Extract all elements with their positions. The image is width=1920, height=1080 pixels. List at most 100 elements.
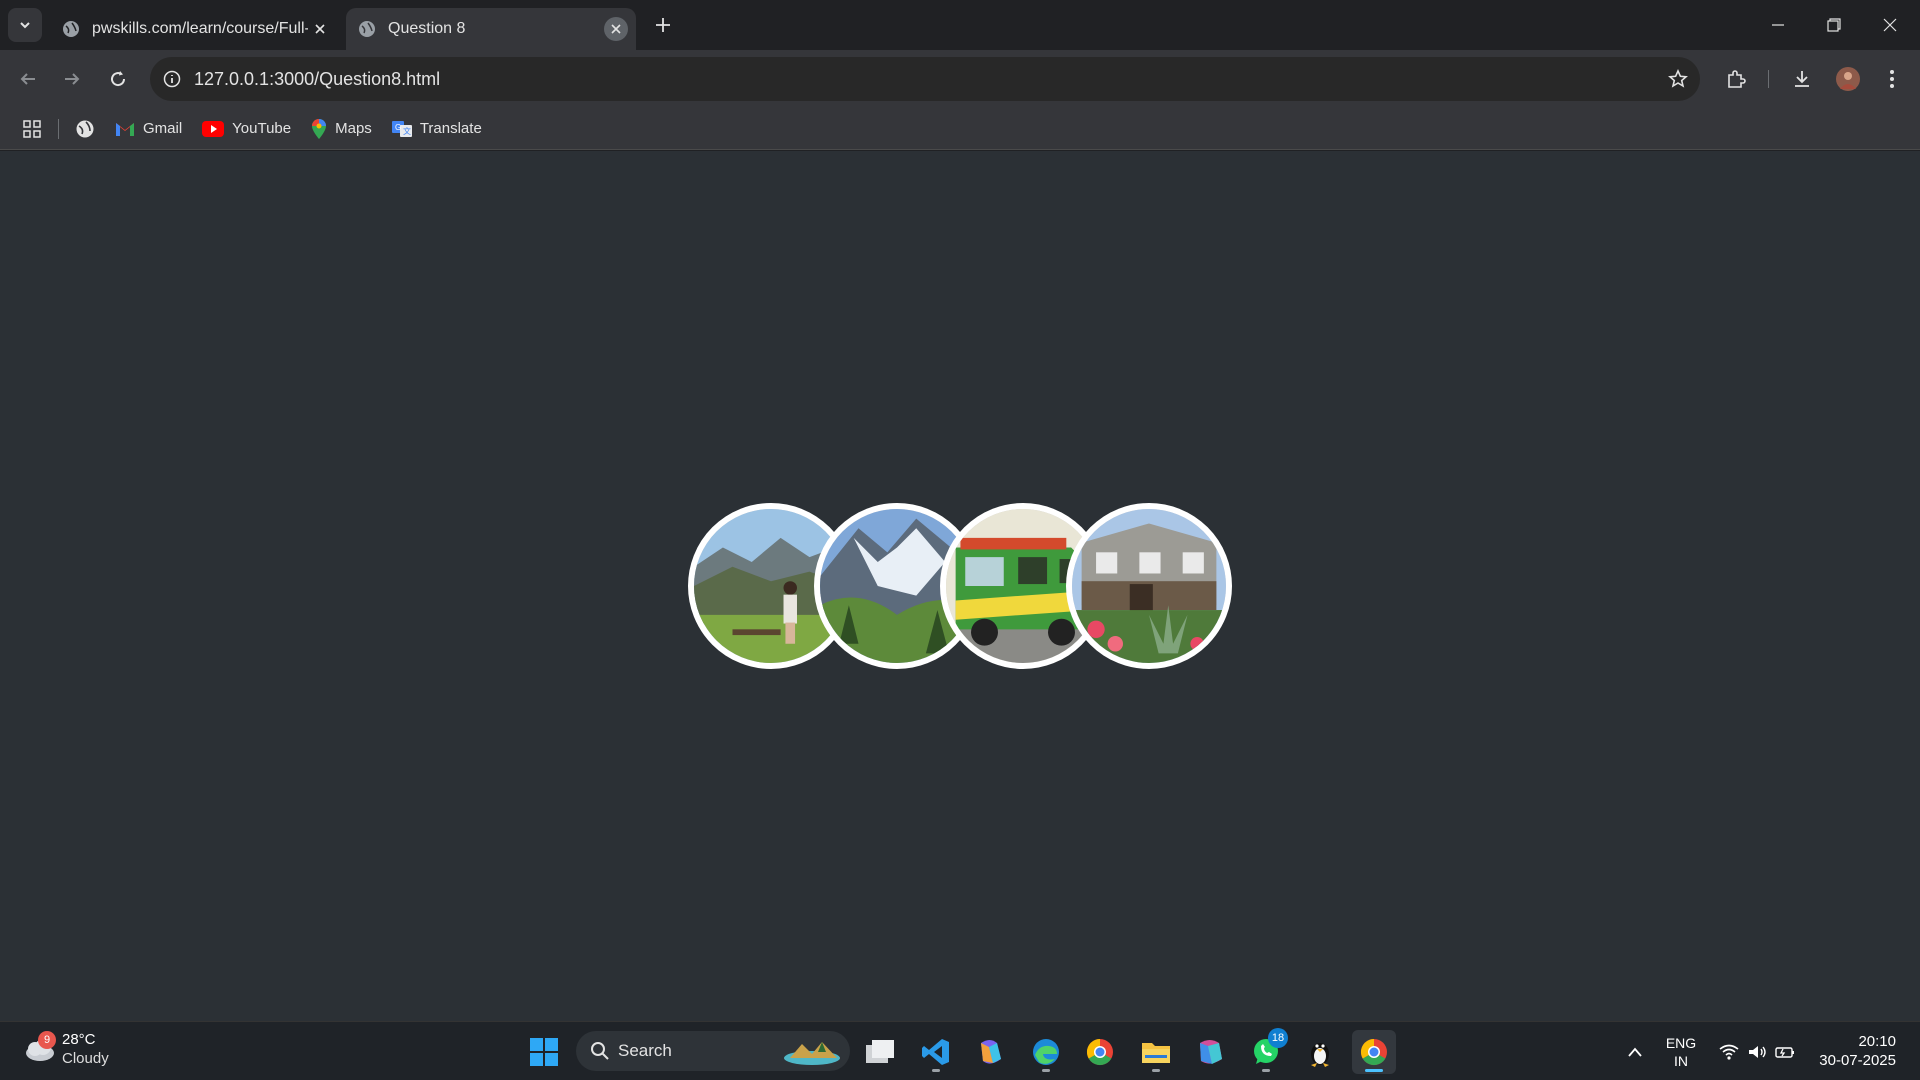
app-running-indicator bbox=[1262, 1069, 1270, 1072]
site-info-icon[interactable] bbox=[150, 70, 194, 88]
tab-search-button[interactable] bbox=[8, 8, 42, 42]
language-indicator[interactable]: ENG IN bbox=[1660, 1030, 1702, 1074]
page-content bbox=[0, 151, 1920, 1021]
reload-icon bbox=[111, 71, 126, 87]
minimize-button[interactable] bbox=[1758, 8, 1798, 42]
volume-icon bbox=[1749, 1046, 1766, 1058]
new-tab-button[interactable] bbox=[650, 12, 676, 38]
globe-icon[interactable] bbox=[75, 119, 95, 139]
clock-time: 20:10 bbox=[1858, 1033, 1896, 1050]
whatsapp-app[interactable]: 18 bbox=[1244, 1028, 1288, 1074]
weather-temp: 28°C bbox=[62, 1031, 96, 1048]
toolbar-divider bbox=[1768, 70, 1769, 88]
clock-date: 30-07-2025 bbox=[1819, 1052, 1896, 1069]
globe-icon bbox=[359, 21, 375, 37]
close-window-button[interactable] bbox=[1870, 8, 1910, 42]
plus-icon bbox=[656, 18, 670, 32]
search-label: Search bbox=[618, 1041, 672, 1060]
weather-condition: Cloudy bbox=[62, 1050, 109, 1067]
profile-avatar[interactable] bbox=[1832, 63, 1864, 95]
title-bar: pwskills.com/learn/course/Full- Question… bbox=[0, 0, 1920, 50]
forward-button[interactable] bbox=[56, 63, 88, 95]
language-line1: ENG bbox=[1665, 1035, 1697, 1051]
app-running-indicator bbox=[932, 1069, 940, 1072]
chrome-app[interactable] bbox=[1078, 1030, 1122, 1074]
penguin-app[interactable] bbox=[1298, 1030, 1342, 1074]
search-icon bbox=[591, 1042, 609, 1060]
download-icon[interactable] bbox=[1786, 63, 1818, 95]
windows-logo-icon bbox=[530, 1038, 558, 1066]
bookmark-label: Translate bbox=[419, 120, 482, 137]
chevron-down-icon bbox=[20, 22, 30, 29]
address-bar[interactable]: 127.0.0.1:3000/Question8.html bbox=[150, 57, 1700, 101]
vscode-app[interactable] bbox=[914, 1030, 958, 1074]
show-hidden-icons-button[interactable] bbox=[1620, 1030, 1650, 1074]
close-tab-icon[interactable] bbox=[604, 17, 628, 41]
globe-icon bbox=[63, 21, 79, 37]
weather-alert-badge: 9 bbox=[38, 1031, 56, 1049]
folder-icon bbox=[1142, 1043, 1170, 1063]
file-explorer-app[interactable] bbox=[1134, 1030, 1178, 1074]
close-tab-icon[interactable] bbox=[308, 17, 332, 41]
minimize-icon bbox=[1772, 24, 1784, 26]
bookmark-gmail[interactable]: Gmail bbox=[115, 120, 182, 137]
tab-question8[interactable]: Question 8 bbox=[346, 8, 636, 50]
bookmark-label: Maps bbox=[335, 120, 372, 137]
bookmark-star-icon[interactable] bbox=[1656, 69, 1700, 89]
start-button[interactable] bbox=[522, 1030, 566, 1074]
tab-title: pwskills.com/learn/course/Full- bbox=[92, 20, 308, 37]
tab-pwskills[interactable]: pwskills.com/learn/course/Full- bbox=[50, 8, 340, 50]
back-button[interactable] bbox=[12, 63, 44, 95]
task-view-button[interactable] bbox=[858, 1030, 902, 1074]
chrome-icon bbox=[1360, 1038, 1387, 1066]
gmail-icon bbox=[115, 121, 135, 137]
weather-text: 28°C Cloudy bbox=[62, 1030, 109, 1068]
weather-widget[interactable]: 9 28°C Cloudy bbox=[22, 1030, 109, 1068]
arrow-left-icon bbox=[20, 73, 35, 85]
apps-grid-icon[interactable] bbox=[22, 119, 42, 139]
battery-icon bbox=[1775, 1047, 1794, 1058]
task-view-icon bbox=[866, 1040, 894, 1063]
bookmark-translate[interactable]: G文 Translate bbox=[391, 119, 482, 139]
quick-settings-button[interactable] bbox=[1712, 1030, 1802, 1074]
taskbar-search[interactable]: Search bbox=[576, 1031, 850, 1071]
image-circle-row bbox=[688, 503, 1233, 669]
browser-toolbar: 127.0.0.1:3000/Question8.html bbox=[0, 50, 1920, 108]
chrome-active-app[interactable] bbox=[1352, 1030, 1396, 1074]
chrome-icon bbox=[1086, 1038, 1113, 1066]
maps-icon bbox=[311, 118, 327, 139]
edge-icon bbox=[1033, 1039, 1059, 1065]
edge-app[interactable] bbox=[1024, 1030, 1068, 1074]
reload-button[interactable] bbox=[102, 63, 134, 95]
bookmarks-divider bbox=[58, 118, 59, 139]
bookmark-label: Gmail bbox=[143, 120, 183, 137]
app-running-indicator bbox=[1152, 1069, 1160, 1072]
menu-icon[interactable] bbox=[1876, 63, 1908, 95]
bookmarks-bar: Gmail YouTube Maps G文 Translate bbox=[0, 108, 1920, 150]
clock[interactable]: 20:10 30-07-2025 bbox=[1819, 1032, 1896, 1070]
arrow-right-icon bbox=[65, 73, 80, 85]
app-active-indicator bbox=[1365, 1069, 1383, 1072]
bookmark-youtube[interactable]: YouTube bbox=[202, 120, 291, 137]
youtube-icon bbox=[202, 120, 225, 137]
wifi-icon bbox=[1719, 1044, 1739, 1060]
svg-text:G: G bbox=[395, 123, 401, 132]
extensions-icon[interactable] bbox=[1720, 63, 1752, 95]
language-line2: IN bbox=[1674, 1053, 1688, 1069]
bookmark-maps[interactable]: Maps bbox=[311, 118, 372, 139]
copilot-icon bbox=[981, 1040, 1001, 1064]
m365-icon bbox=[1200, 1040, 1222, 1064]
chevron-up-icon bbox=[1628, 1047, 1642, 1057]
whatsapp-badge: 18 bbox=[1268, 1028, 1288, 1048]
copilot-app[interactable] bbox=[968, 1030, 1012, 1074]
m365-app[interactable] bbox=[1188, 1030, 1232, 1074]
search-highlight-icon bbox=[784, 1042, 840, 1065]
svg-text:文: 文 bbox=[403, 126, 411, 136]
tab-title: Question 8 bbox=[388, 20, 466, 37]
restore-icon bbox=[1827, 18, 1841, 32]
windows-taskbar: 9 28°C Cloudy Search 18 ENG IN 20:10 30-… bbox=[0, 1021, 1920, 1080]
restore-button[interactable] bbox=[1814, 8, 1854, 42]
close-icon bbox=[1883, 18, 1897, 32]
bookmark-label: YouTube bbox=[232, 120, 292, 137]
url-text[interactable]: 127.0.0.1:3000/Question8.html bbox=[194, 69, 1656, 90]
